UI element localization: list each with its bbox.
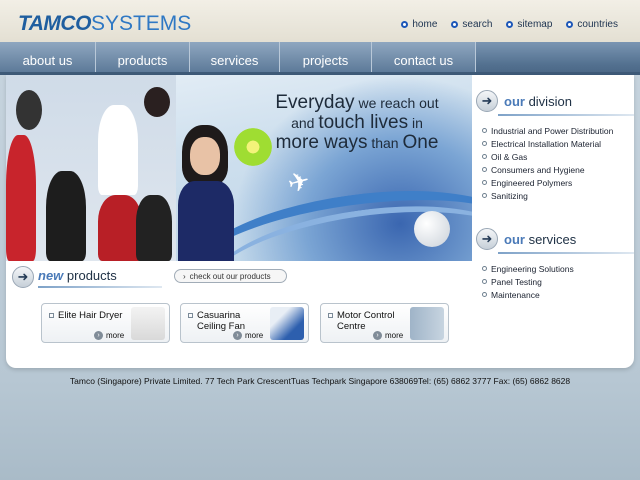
people-photo — [6, 75, 176, 261]
logo-sub: SYSTEMS — [90, 12, 192, 35]
hero-tagline: Everyday we reach out and touch lives in… — [275, 92, 439, 153]
division-item[interactable]: Industrial and Power Distribution — [482, 124, 634, 137]
logo-main: TAMCO — [18, 12, 91, 35]
bullet-icon — [328, 313, 333, 318]
bullet-icon — [566, 21, 574, 28]
bullet-icon — [482, 279, 487, 284]
division-title: our division — [504, 93, 572, 109]
bullet-icon — [188, 313, 193, 318]
top-link-search[interactable]: search — [451, 19, 492, 30]
right-column: ➜ our division Industrial and Power Dist… — [476, 88, 634, 301]
ceiling-fan-image — [270, 307, 304, 340]
chevron-right-icon: › — [373, 331, 382, 340]
division-item[interactable]: Oil & Gas — [482, 150, 634, 163]
nav-tab-products[interactable]: products — [96, 42, 190, 72]
top-link-sitemap[interactable]: sitemap — [506, 19, 552, 30]
bullet-icon — [482, 266, 487, 271]
main-nav: about us products services projects cont… — [0, 42, 640, 75]
more-link[interactable]: › more — [94, 331, 124, 340]
bullet-icon — [482, 141, 487, 146]
arrow-right-icon[interactable]: ➜ — [476, 90, 498, 112]
division-item[interactable]: Sanitizing — [482, 189, 634, 202]
product-card-hair-dryer[interactable]: Elite Hair Dryer › more — [41, 303, 170, 343]
nav-tab-about-us[interactable]: about us — [0, 42, 96, 72]
bullet-icon — [401, 21, 409, 28]
service-item[interactable]: Engineering Solutions — [482, 262, 634, 275]
motor-control-image — [410, 307, 444, 340]
product-card-ceiling-fan[interactable]: Casuarina Ceiling Fan › more — [180, 303, 309, 343]
more-link[interactable]: › more — [233, 331, 263, 340]
bullet-icon — [482, 180, 487, 185]
division-item[interactable]: Electrical Installation Material — [482, 137, 634, 150]
arrow-right-icon[interactable]: ➜ — [12, 266, 34, 288]
chevron-right-icon: › — [233, 331, 242, 340]
top-links: home search sitemap countries — [401, 19, 618, 30]
tamco-logo[interactable]: TAMCOSYSTEMS — [18, 12, 191, 36]
nav-tab-projects[interactable]: projects — [280, 42, 372, 72]
more-link[interactable]: › more — [373, 331, 403, 340]
check-out-products-button[interactable]: › check out our products — [174, 269, 287, 283]
division-item[interactable]: Consumers and Hygiene — [482, 163, 634, 176]
bullet-icon — [482, 128, 487, 133]
bullet-icon — [451, 21, 459, 28]
bullet-icon — [482, 193, 487, 198]
hero-banner: ✈ Everyday we reach out and touch lives … — [6, 75, 472, 261]
nav-tab-services[interactable]: services — [190, 42, 280, 72]
top-link-countries[interactable]: countries — [566, 19, 618, 30]
division-item[interactable]: Engineered Polymers — [482, 176, 634, 189]
top-bar: TAMCOSYSTEMS home search sitemap countri… — [0, 0, 640, 44]
services-title: our services — [504, 231, 577, 247]
bullet-icon — [49, 313, 54, 318]
product-card-motor-control[interactable]: Motor Control Centre › more — [320, 303, 449, 343]
bullet-icon — [482, 292, 487, 297]
golf-ball-graphic — [414, 211, 450, 247]
nav-tab-contact-us[interactable]: contact us — [372, 42, 476, 72]
hair-dryer-image — [131, 307, 165, 340]
bullet-icon — [506, 21, 514, 28]
service-item[interactable]: Panel Testing — [482, 275, 634, 288]
chevron-right-icon: › — [183, 271, 186, 281]
our-division-section: ➜ our division Industrial and Power Dist… — [476, 88, 634, 202]
arrow-right-icon[interactable]: ➜ — [476, 228, 498, 250]
bullet-icon — [482, 167, 487, 172]
chevron-right-icon: › — [94, 331, 103, 340]
footer-address: Tamco (Singapore) Private Limited. 77 Te… — [69, 376, 571, 386]
bullet-icon — [482, 154, 487, 159]
top-link-home[interactable]: home — [401, 19, 437, 30]
our-services-section: ➜ our services Engineering Solutions Pan… — [476, 226, 634, 301]
service-item[interactable]: Maintenance — [482, 288, 634, 301]
